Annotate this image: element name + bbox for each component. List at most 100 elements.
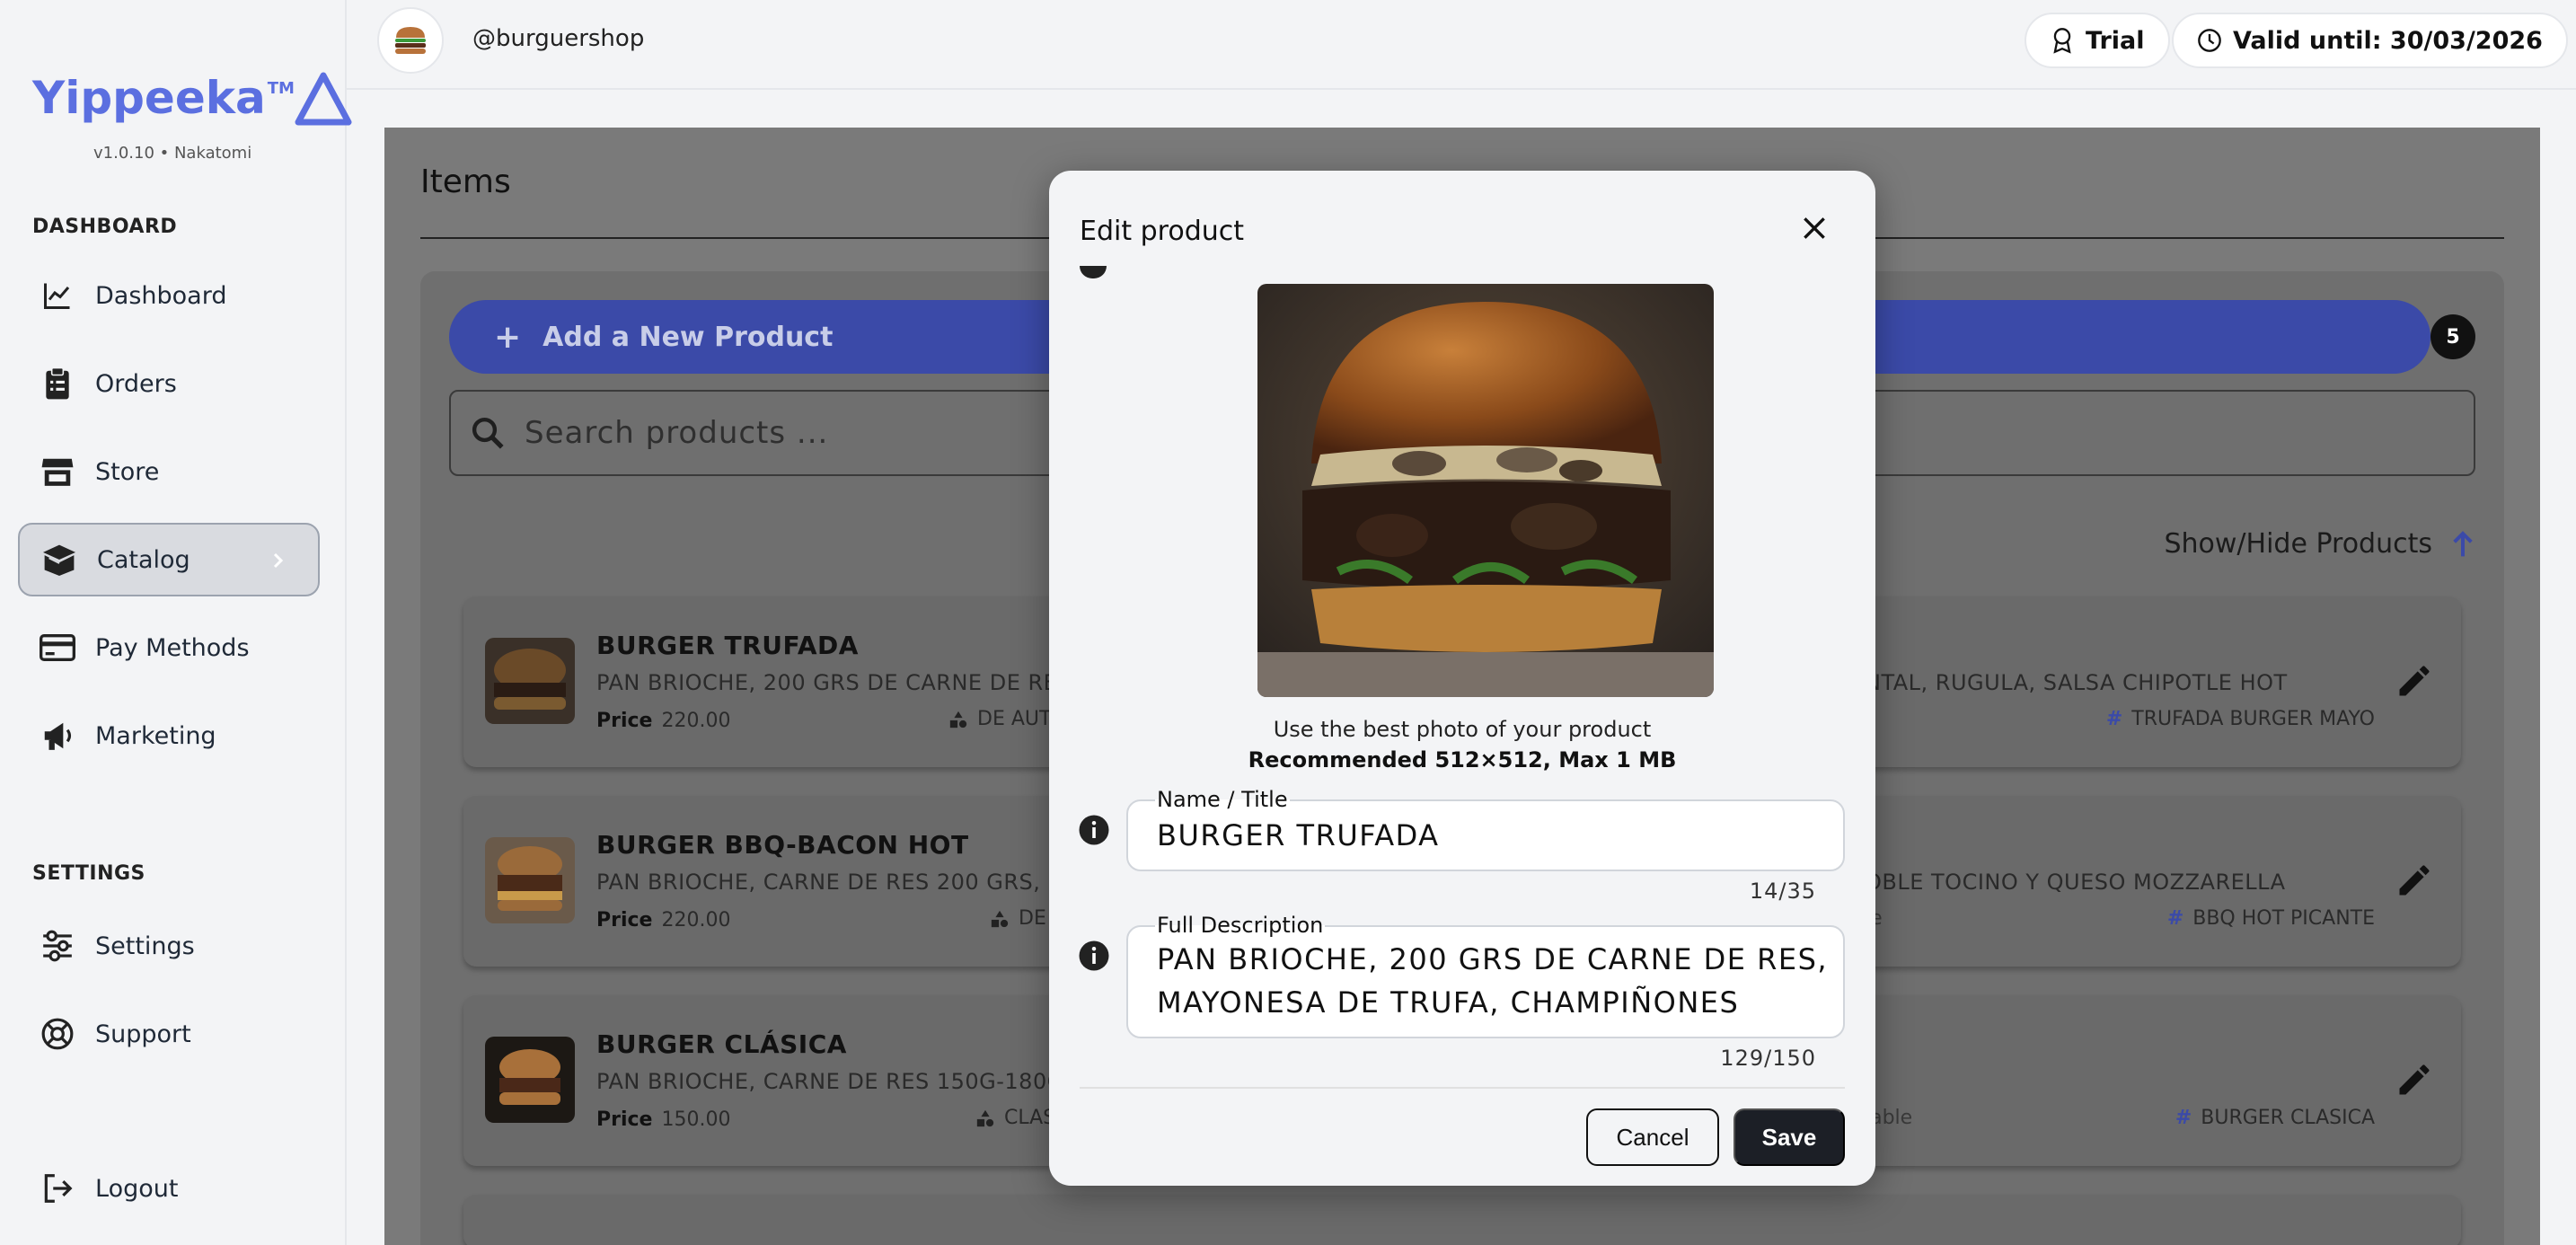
dialog-title: Edit product <box>1080 216 1245 247</box>
plan-badge[interactable]: Trial <box>2025 13 2170 68</box>
clipboard-icon <box>40 366 75 402</box>
arrow-up-icon <box>2453 530 2473 556</box>
top-bar: @burguershop Trial Valid until: 30/03/20… <box>347 0 2576 90</box>
category-label: DE <box>1019 907 1046 930</box>
product-name: BURGER CLÁSICA <box>596 1029 847 1059</box>
sidebar-item-label: Orders <box>95 369 177 398</box>
sidebar-item-pay-methods[interactable]: Pay Methods <box>18 611 320 684</box>
product-name: BURGER BBQ-BACON HOT <box>596 830 969 860</box>
shapes-icon <box>991 910 1009 927</box>
app-version: v1.0.10 • Nakatomi <box>93 144 252 163</box>
category-label: CLAS <box>1004 1107 1056 1129</box>
full-description-field[interactable]: Full Description PAN BRIOCHE, 200 GRS DE… <box>1126 913 1845 1038</box>
sidebar-item-label: Catalog <box>97 545 190 574</box>
brand-logo[interactable]: Yippeeka TM <box>32 72 352 126</box>
sliders-icon <box>40 928 75 964</box>
product-description: PAN BRIOCHE, CARNE DE RES 150G-180G, <box>596 1069 1072 1094</box>
product-category: CLAS <box>975 1107 1055 1129</box>
add-product-label: Add a New Product <box>543 321 834 353</box>
edit-pencil-icon[interactable] <box>2395 861 2434 900</box>
description-char-counter: 129/150 <box>1720 1046 1816 1071</box>
triangle-logo-icon <box>295 72 352 126</box>
sidebar-item-logout[interactable]: Logout <box>18 1152 320 1225</box>
category-label: DE AUT <box>977 708 1052 730</box>
validity-badge[interactable]: Valid until: 30/03/2026 <box>2172 13 2568 68</box>
product-category: DE AUT <box>948 708 1051 730</box>
sidebar-item-support[interactable]: Support <box>18 997 320 1071</box>
page-title: Items <box>420 163 511 200</box>
name-title-field[interactable]: Name / Title BURGER TRUFADA <box>1126 787 1845 871</box>
megaphone-icon <box>40 718 75 754</box>
hash-icon: # <box>2175 1107 2192 1129</box>
product-description: PAN BRIOCHE, 200 GRS DE CARNE DE RES <box>596 670 1072 695</box>
plan-label: Trial <box>2086 26 2145 55</box>
edit-pencil-icon[interactable] <box>2395 661 2434 701</box>
show-hide-products-toggle[interactable]: Show/Hide Products <box>2164 528 2475 560</box>
show-hide-label: Show/Hide Products <box>2164 528 2432 560</box>
sidebar-item-label: Pay Methods <box>95 633 250 662</box>
product-photo[interactable] <box>1257 284 1714 697</box>
award-icon <box>2053 28 2071 54</box>
photo-recommendation: Recommended 512×512, Max 1 MB <box>1248 747 1677 773</box>
product-category: DE <box>990 907 1046 930</box>
product-price: Price 150.00 <box>596 1108 730 1131</box>
full-description-line-2: MAYONESA DE TRUFA, CHAMPIÑONES <box>1157 985 1740 1020</box>
product-name: BURGER TRUFADA <box>596 631 859 660</box>
brand-name: Yippeeka <box>32 72 266 124</box>
sidebar-item-catalog[interactable]: Catalog <box>18 523 320 596</box>
product-thumbnail <box>485 837 575 923</box>
product-row[interactable] <box>463 1195 2461 1245</box>
sidebar-item-orders[interactable]: Orders <box>18 347 320 420</box>
close-icon[interactable] <box>1800 214 1829 243</box>
credit-card-icon <box>40 630 75 666</box>
product-tag: # TRUFADA BURGER MAYO <box>2106 708 2375 730</box>
edit-pencil-icon[interactable] <box>2395 1060 2434 1099</box>
clock-icon <box>2198 29 2221 52</box>
scroll-indicator <box>1080 266 1107 278</box>
catalog-box-icon <box>41 542 77 578</box>
tag-label: TRUFADA BURGER MAYO <box>2131 708 2375 730</box>
photo-hint: Use the best photo of your product <box>1273 717 1652 742</box>
product-tag: # BURGER CLASICA <box>2175 1107 2375 1129</box>
info-icon[interactable] <box>1078 940 1110 972</box>
price-value: 220.00 <box>661 710 731 732</box>
sidebar-item-label: Logout <box>95 1174 179 1203</box>
sidebar-item-marketing[interactable]: Marketing <box>18 699 320 773</box>
product-price: Price 220.00 <box>596 909 730 932</box>
lifebuoy-icon <box>40 1016 75 1052</box>
sidebar-item-dashboard[interactable]: Dashboard <box>18 259 320 332</box>
full-description-line-1: PAN BRIOCHE, 200 GRS DE CARNE DE RES, <box>1157 942 1829 976</box>
store-icon <box>40 454 75 490</box>
product-thumbnail <box>485 1037 575 1123</box>
product-count-badge: 5 <box>2430 314 2475 359</box>
shapes-icon <box>949 711 967 728</box>
info-icon[interactable] <box>1078 814 1110 846</box>
footer-divider <box>1080 1087 1845 1089</box>
tag-label: BURGER CLASICA <box>2201 1107 2375 1129</box>
burger-logo-icon <box>395 27 426 54</box>
price-label: Price <box>596 909 653 932</box>
sidebar-item-label: Marketing <box>95 721 216 750</box>
plus-icon: + <box>494 318 522 356</box>
save-button[interactable]: Save <box>1734 1108 1845 1166</box>
name-char-counter: 14/35 <box>1749 879 1816 904</box>
sidebar-item-label: Dashboard <box>95 281 227 310</box>
tag-label: BBQ HOT PICANTE <box>2192 907 2375 930</box>
product-description-tail: NTAL, RUGULA, SALSA CHIPOTLE HOT <box>1865 670 2288 695</box>
chevron-right-icon <box>273 552 284 569</box>
shapes-icon <box>976 1109 994 1126</box>
section-label-dashboard: DASHBOARD <box>32 216 178 238</box>
sidebar-item-settings[interactable]: Settings <box>18 909 320 983</box>
sidebar-item-label: Settings <box>95 932 195 960</box>
hash-icon: # <box>2166 907 2184 930</box>
shop-avatar[interactable] <box>377 7 444 74</box>
product-tag: # BBQ HOT PICANTE <box>2167 907 2375 930</box>
cancel-button[interactable]: Cancel <box>1586 1108 1719 1166</box>
product-description-tail: OBLE TOCINO Y QUESO MOZZARELLA <box>1865 870 2286 895</box>
price-label: Price <box>596 1108 653 1131</box>
chart-line-icon <box>40 278 75 313</box>
price-label: Price <box>596 710 653 732</box>
sidebar-item-store[interactable]: Store <box>18 435 320 508</box>
name-title-value: BURGER TRUFADA <box>1157 818 1440 852</box>
price-value: 220.00 <box>661 909 731 932</box>
